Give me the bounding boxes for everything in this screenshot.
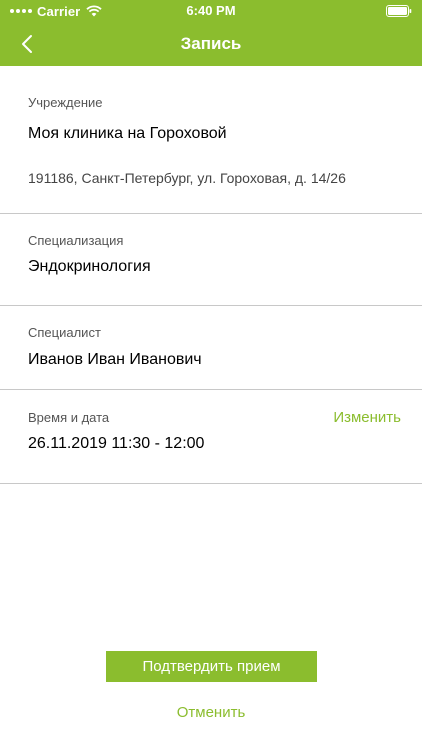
specialization-value: Эндокринология (28, 258, 151, 275)
status-bar: Carrier 6:40 PM (0, 0, 422, 22)
institution-label: Учреждение (28, 95, 103, 110)
status-time: 6:40 PM (186, 3, 236, 18)
institution-address: 191186, Санкт-Петербург, ул. Гороховая, … (28, 170, 346, 186)
institution-name: Моя клиника на Гороховой (28, 125, 227, 142)
nav-bar: Запись (0, 22, 422, 66)
datetime-value: 26.11.2019 11:30 - 12:00 (28, 435, 205, 452)
datetime-label: Время и дата (28, 410, 110, 425)
datetime-section: Время и дата Изменить 26.11.2019 11:30 -… (0, 390, 422, 483)
cancel-button[interactable]: Отменить (0, 704, 422, 721)
change-datetime-link[interactable]: Изменить (333, 409, 401, 426)
confirm-appointment-button[interactable]: Подтвердить прием (106, 651, 317, 682)
header: Carrier 6:40 PM Запись (0, 0, 422, 66)
specialist-label: Специалист (28, 325, 101, 340)
specialist-name: Иванов Иван Иванович (28, 351, 202, 368)
specialization-label: Специализация (28, 233, 124, 248)
institution-section: Учреждение Моя клиника на Гороховой 1911… (0, 66, 422, 214)
divider (0, 483, 422, 484)
page-title: Запись (180, 34, 242, 53)
specialization-section: Специализация Эндокринология (0, 214, 422, 305)
battery-icon (386, 5, 412, 17)
specialist-section: Специалист Иванов Иван Иванович (0, 306, 422, 389)
